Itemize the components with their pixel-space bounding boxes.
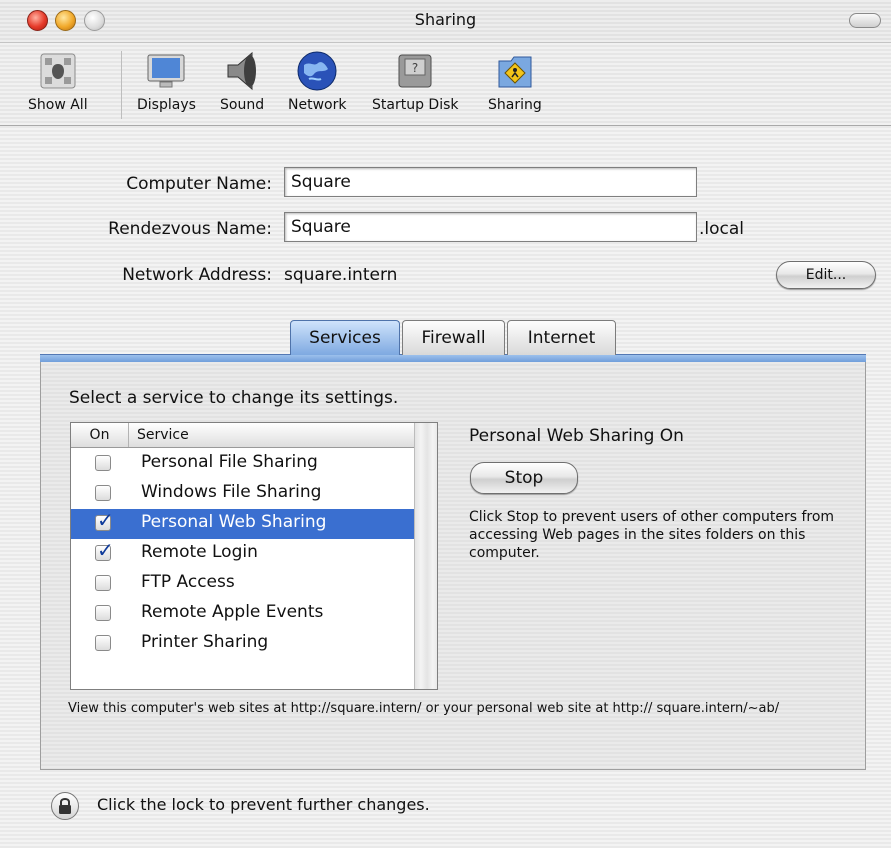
service-checkbox-checked[interactable]: ✓	[95, 540, 114, 561]
list-item[interactable]: ✓ Remote Login	[71, 539, 416, 569]
toolbar-sharing[interactable]: Sharing	[488, 49, 542, 113]
rendezvous-name-label: Rendezvous Name:	[108, 219, 272, 239]
apple-grid-icon	[36, 49, 80, 93]
list-scrollbar[interactable]	[414, 423, 437, 689]
toolbar-displays[interactable]: Displays	[137, 49, 196, 113]
stop-button[interactable]: Stop	[470, 462, 578, 494]
list-item[interactable]: Windows File Sharing	[71, 479, 416, 509]
column-service-header[interactable]: Service	[137, 423, 189, 447]
list-item[interactable]: FTP Access	[71, 569, 416, 599]
service-label: Printer Sharing	[141, 632, 269, 652]
column-on-header[interactable]: On	[71, 423, 129, 447]
checkmark-icon: ✓	[97, 538, 114, 562]
toolbar-label: Startup Disk	[372, 97, 459, 113]
computer-name-field[interactable]: Square	[284, 167, 697, 197]
toolbar-label: Network	[288, 97, 347, 113]
toolbar-separator	[121, 51, 122, 119]
sharing-folder-icon	[493, 49, 537, 93]
toolbar-startup-disk[interactable]: ? Startup Disk	[372, 49, 458, 113]
toolbar-label: Sound	[220, 97, 265, 113]
toolbar-label: Displays	[137, 97, 196, 113]
disk-icon: ?	[393, 49, 437, 93]
service-description: Click Stop to prevent users of other com…	[469, 509, 835, 561]
rendezvous-suffix: .local	[699, 219, 745, 239]
checkmark-icon: ✓	[97, 508, 114, 532]
globe-icon	[295, 49, 339, 93]
toolbar-sound[interactable]: Sound	[220, 49, 264, 113]
title-bar: Sharing	[0, 0, 891, 43]
service-label: Personal Web Sharing	[141, 512, 327, 532]
window-title: Sharing	[414, 10, 477, 29]
display-icon	[144, 49, 188, 93]
toolbar-label: Sharing	[488, 97, 542, 113]
lock-icon[interactable]	[51, 792, 79, 820]
list-item[interactable]: Personal File Sharing	[71, 449, 416, 479]
service-label: FTP Access	[141, 572, 235, 592]
speaker-icon	[220, 49, 264, 93]
toolbar-network[interactable]: Network	[288, 49, 346, 113]
rendezvous-name-field[interactable]: Square	[284, 212, 697, 242]
service-label: Windows File Sharing	[141, 482, 322, 502]
list-item[interactable]: Printer Sharing	[71, 629, 416, 659]
service-checkbox[interactable]	[95, 575, 111, 591]
service-label: Remote Apple Events	[141, 602, 324, 622]
tab-firewall[interactable]: Firewall	[402, 320, 505, 355]
toolbar-label: Show All	[28, 97, 88, 113]
service-checkbox-checked[interactable]: ✓	[95, 510, 114, 531]
svg-text:?: ?	[412, 61, 418, 75]
lock-message: Click the lock to prevent further change…	[97, 795, 430, 814]
computer-name-label: Computer Name:	[126, 174, 272, 194]
web-sites-info: View this computer's web sites at http:/…	[68, 701, 780, 716]
service-checkbox[interactable]	[95, 635, 111, 651]
network-address-label: Network Address:	[122, 265, 272, 285]
service-checkbox[interactable]	[95, 455, 111, 471]
toolbar-show-all[interactable]: Show All	[28, 49, 88, 113]
service-label: Remote Login	[141, 542, 258, 562]
services-list[interactable]: On Service Personal File Sharing Windows…	[70, 422, 438, 690]
services-instruction: Select a service to change its settings.	[69, 388, 399, 408]
list-item[interactable]: Remote Apple Events	[71, 599, 416, 629]
tab-services[interactable]: Services	[290, 320, 400, 355]
service-checkbox[interactable]	[95, 485, 111, 501]
service-status-title: Personal Web Sharing On	[469, 426, 684, 446]
service-checkbox[interactable]	[95, 605, 111, 621]
network-address-value: square.intern	[284, 265, 398, 285]
toolbar-toggle-button[interactable]	[849, 13, 881, 28]
list-header: On Service	[71, 423, 416, 448]
toolbar: Show All Displays Sound Network ? Startu…	[0, 43, 891, 126]
service-label: Personal File Sharing	[141, 452, 318, 472]
tab-internet[interactable]: Internet	[507, 320, 616, 355]
edit-button[interactable]: Edit...	[776, 261, 876, 289]
list-item-selected[interactable]: ✓ Personal Web Sharing	[71, 509, 416, 539]
